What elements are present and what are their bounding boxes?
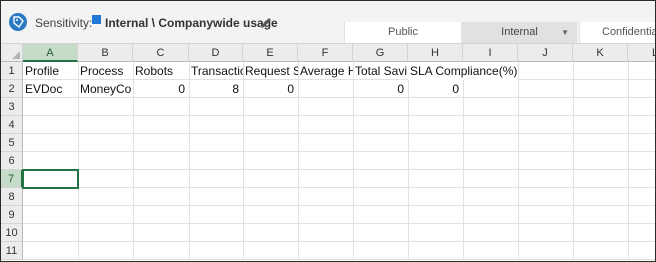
level-public-label: Public: [388, 26, 418, 38]
level-internal-label: Internal: [501, 26, 538, 38]
cell-F1[interactable]: Average H: [298, 62, 353, 80]
level-confidential-label: Confidential: [602, 26, 656, 38]
cell-G1[interactable]: Total Savi: [353, 62, 408, 80]
sensitivity-bar: Sensitivity: Internal \ Companywide usag…: [1, 1, 656, 44]
cell-H2[interactable]: 0: [408, 80, 463, 98]
cell-C1[interactable]: Robots: [133, 62, 189, 80]
cell-D1[interactable]: Transactic: [189, 62, 243, 80]
cell-E1[interactable]: Request S: [243, 62, 298, 80]
cell-B1[interactable]: Process: [78, 62, 133, 80]
sensitivity-tag-icon[interactable]: [9, 13, 27, 31]
pencil-edit-icon[interactable]: [260, 16, 272, 28]
sensitivity-label: Sensitivity:: [35, 16, 93, 30]
cell-A1[interactable]: Profile: [23, 62, 78, 80]
sensitivity-color-swatch: [92, 15, 101, 24]
sensitivity-value[interactable]: Internal \ Companywide usage: [105, 16, 278, 30]
cell-H1[interactable]: SLA Compliance(%): [408, 62, 518, 80]
chevron-down-icon[interactable]: ▼: [561, 22, 569, 43]
cell-A2[interactable]: EVDoc: [23, 80, 78, 98]
cell-D2[interactable]: 8: [189, 80, 243, 98]
cell-C2[interactable]: 0: [133, 80, 189, 98]
cell-G2[interactable]: 0: [353, 80, 408, 98]
sensitivity-level-public[interactable]: Public: [344, 22, 461, 43]
cell-E2[interactable]: 0: [243, 80, 298, 98]
sensitivity-level-internal[interactable]: Internal ▼: [461, 22, 577, 43]
sensitivity-level-confidential[interactable]: Confidential: [579, 22, 656, 43]
excel-window: Sensitivity: Internal \ Companywide usag…: [0, 0, 656, 262]
cell-B2[interactable]: MoneyCo: [78, 80, 133, 98]
